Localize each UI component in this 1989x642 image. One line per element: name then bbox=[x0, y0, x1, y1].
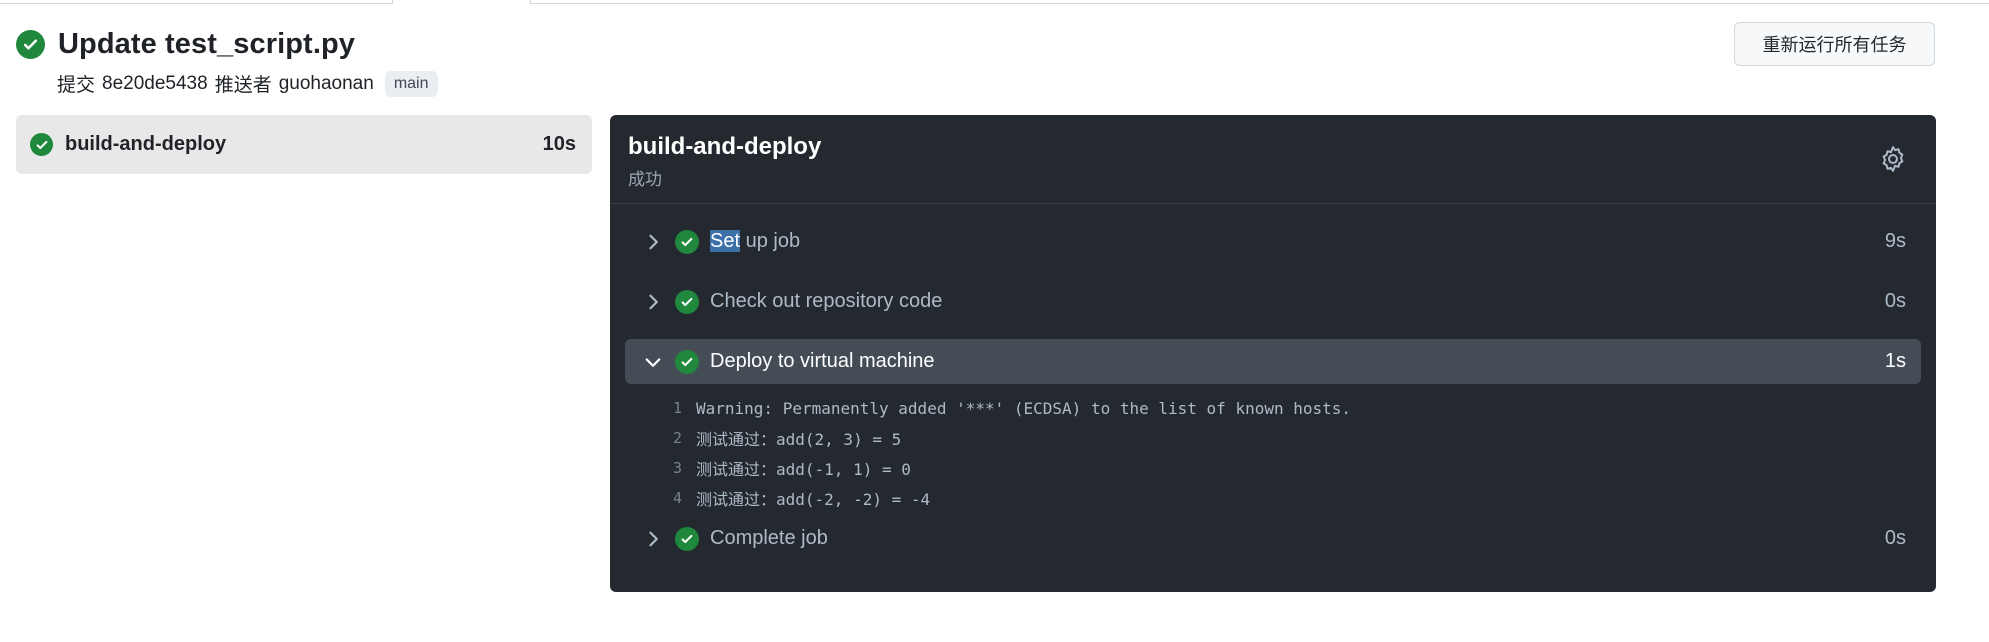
chevron-down-icon[interactable] bbox=[643, 352, 663, 372]
step-name: Check out repository code bbox=[710, 290, 943, 312]
chevron-right-icon[interactable] bbox=[643, 232, 663, 252]
step-log-output: 1 Warning: Permanently added '***' (ECDS… bbox=[610, 393, 1936, 513]
top-divider bbox=[0, 3, 1989, 4]
log-line: 3 测试通过：add(-1, 1) = 0 bbox=[610, 453, 1936, 483]
check-circle-icon bbox=[675, 229, 699, 254]
log-line-number[interactable]: 4 bbox=[610, 489, 696, 507]
log-line-number[interactable]: 1 bbox=[610, 399, 696, 417]
log-line: 4 测试通过：add(-2, -2) = -4 bbox=[610, 483, 1936, 513]
job-detail-title: build-and-deploy bbox=[628, 133, 822, 160]
log-line-text: Warning: Permanently added '***' (ECDSA)… bbox=[696, 398, 1352, 418]
log-line: 2 测试通过：add(2, 3) = 5 bbox=[610, 423, 1936, 453]
branch-badge[interactable]: main bbox=[384, 70, 438, 97]
job-detail-panel: build-and-deploy 成功 Set up job 9s Check … bbox=[610, 115, 1936, 592]
job-status-text: 成功 bbox=[628, 170, 662, 189]
job-detail-header: build-and-deploy 成功 bbox=[610, 115, 1936, 204]
check-circle-icon bbox=[30, 133, 53, 156]
check-circle-icon bbox=[675, 289, 699, 314]
log-line-number[interactable]: 3 bbox=[610, 459, 696, 477]
log-line-text: 测试通过：add(-1, 1) = 0 bbox=[696, 460, 911, 479]
selected-text: Set bbox=[710, 230, 741, 252]
step-name: Deploy to virtual machine bbox=[710, 350, 935, 372]
pusher-label: 推送者 bbox=[214, 75, 272, 96]
step-duration: 0s bbox=[1884, 290, 1906, 312]
step-duration: 0s bbox=[1884, 527, 1906, 549]
check-circle-icon bbox=[16, 30, 45, 59]
rerun-all-jobs-button[interactable]: 重新运行所有任务 bbox=[1734, 22, 1935, 66]
step-complete-job[interactable]: Complete job 0s bbox=[625, 516, 1921, 561]
chevron-right-icon[interactable] bbox=[643, 529, 663, 549]
commit-sha-link[interactable]: 8e20de5438 bbox=[102, 73, 208, 95]
check-circle-icon bbox=[675, 349, 699, 374]
step-duration: 9s bbox=[1884, 230, 1906, 252]
step-name-rest: up job bbox=[740, 230, 801, 252]
pusher-link[interactable]: guohaonan bbox=[279, 73, 374, 95]
run-header: Update test_script.py bbox=[16, 28, 355, 61]
log-line-text: 测试通过：add(2, 3) = 5 bbox=[696, 430, 902, 449]
step-check-out-repository-code[interactable]: Check out repository code 0s bbox=[625, 279, 1921, 324]
run-meta: 提交 8e20de5438 推送者 guohaonan main bbox=[57, 70, 438, 97]
step-name: Set up job bbox=[710, 230, 1885, 253]
log-line-text: 测试通过：add(-2, -2) = -4 bbox=[696, 490, 931, 509]
gear-icon[interactable] bbox=[1878, 144, 1908, 174]
chevron-right-icon[interactable] bbox=[643, 292, 663, 312]
job-item-build-and-deploy[interactable]: build-and-deploy 10s bbox=[16, 115, 592, 174]
step-name: Complete job bbox=[710, 527, 828, 549]
step-duration: 1s bbox=[1884, 350, 1906, 372]
page-title: Update test_script.py bbox=[58, 28, 356, 60]
log-line-number[interactable]: 2 bbox=[610, 429, 696, 447]
step-set-up-job[interactable]: Set up job 9s bbox=[625, 219, 1921, 264]
commit-label: 提交 bbox=[57, 75, 96, 96]
job-name: build-and-deploy bbox=[65, 133, 227, 155]
job-duration: 10s bbox=[542, 133, 576, 155]
log-line: 1 Warning: Permanently added '***' (ECDS… bbox=[610, 393, 1936, 423]
check-circle-icon bbox=[675, 526, 699, 551]
active-tab-indicator bbox=[392, 0, 531, 4]
step-deploy-to-virtual-machine[interactable]: Deploy to virtual machine 1s bbox=[625, 339, 1921, 384]
